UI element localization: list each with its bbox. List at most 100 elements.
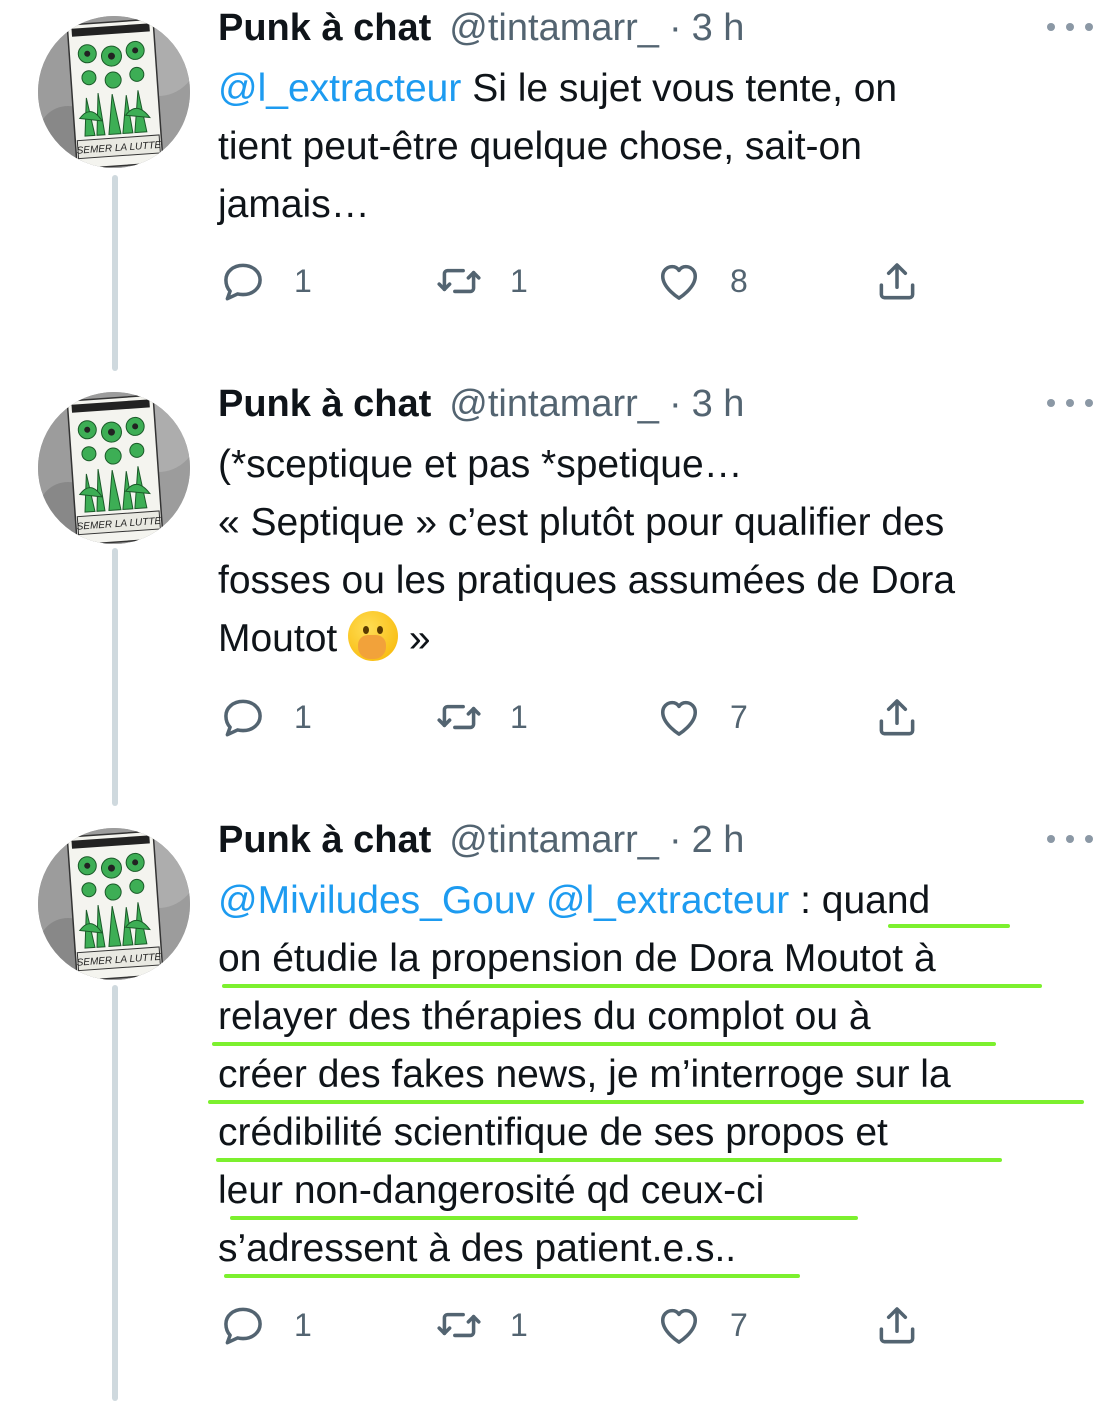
timestamp[interactable]: 2 h xyxy=(692,819,745,862)
text-segment: relayer des thérapies du complot ou à xyxy=(218,995,871,1038)
reply-icon xyxy=(218,256,268,306)
heart-icon xyxy=(654,1300,704,1350)
retweet-button[interactable]: 1 xyxy=(434,692,528,742)
more-icon[interactable] xyxy=(1047,388,1093,418)
tweet[interactable]: SEMER LA LUTTE Punk à chat @tintamarr_ ·… xyxy=(0,376,1115,756)
share-icon xyxy=(872,256,922,306)
reply-count: 1 xyxy=(294,698,312,735)
text-segment: » xyxy=(398,617,431,660)
text-segment: s’adressent à des patient.e.s.. xyxy=(218,1227,737,1270)
text-segment: créer des fakes news, je m’interroge sur… xyxy=(218,1053,951,1096)
action-bar: 1 1 7 xyxy=(218,1300,938,1350)
share-button[interactable] xyxy=(872,692,922,742)
like-button[interactable]: 7 xyxy=(654,1300,748,1350)
text-line: Moutot » xyxy=(218,610,1078,668)
text-line: (*sceptique et pas *spetique… xyxy=(218,436,1078,494)
timestamp[interactable]: 3 h xyxy=(692,383,745,426)
text-line: on étudie la propension de Dora Moutot à xyxy=(218,930,1078,988)
text-segment: fosses ou les pratiques assumées de Dora xyxy=(218,559,956,602)
tweet-text: @l_extracteur Si le sujet vous tente, on… xyxy=(218,60,1078,234)
mention-link[interactable]: @Miviludes_Gouv xyxy=(218,879,535,922)
text-segment: « Septique » c’est plutôt pour qualifier… xyxy=(218,501,945,544)
more-icon[interactable] xyxy=(1047,824,1093,854)
text-segment: Moutot xyxy=(218,617,349,660)
reply-icon xyxy=(218,1300,268,1350)
user-handle[interactable]: @tintamarr_ xyxy=(449,7,659,50)
share-button[interactable] xyxy=(872,1300,922,1350)
like-button[interactable]: 7 xyxy=(654,692,748,742)
share-button[interactable] xyxy=(872,256,922,306)
text-segment: leur non-dangerosité qd ceux-ci xyxy=(218,1169,765,1212)
heart-icon xyxy=(654,256,704,306)
reply-icon xyxy=(218,692,268,742)
text-segment xyxy=(535,879,546,922)
share-icon xyxy=(872,692,922,742)
highlight-underline xyxy=(208,1100,1084,1104)
text-line: fosses ou les pratiques assumées de Dora xyxy=(218,552,1078,610)
retweet-button[interactable]: 1 xyxy=(434,1300,528,1350)
text-segment: tient peut-être quelque chose, sait-on xyxy=(218,125,862,168)
text-segment: : quand xyxy=(789,879,931,922)
user-handle[interactable]: @tintamarr_ xyxy=(449,383,659,426)
separator: · xyxy=(668,818,682,861)
retweet-button[interactable]: 1 xyxy=(434,256,528,306)
tweet-header: Punk à chat @tintamarr_ · 3 h xyxy=(218,0,1078,56)
retweet-icon xyxy=(434,692,484,742)
display-name[interactable]: Punk à chat xyxy=(218,7,431,50)
avatar[interactable]: SEMER LA LUTTE xyxy=(38,392,190,544)
reply-button[interactable]: 1 xyxy=(218,1300,312,1350)
text-line: relayer des thérapies du complot ou à xyxy=(218,988,1078,1046)
avatar[interactable]: SEMER LA LUTTE xyxy=(38,828,190,980)
display-name[interactable]: Punk à chat xyxy=(218,383,431,426)
tweet-header: Punk à chat @tintamarr_ · 3 h xyxy=(218,376,1078,432)
avatar-artwork: SEMER LA LUTTE xyxy=(38,392,190,544)
text-segment: Si le sujet vous tente, on xyxy=(461,67,898,110)
text-segment: on étudie la propension de Dora Moutot à xyxy=(218,937,936,980)
text-line: « Septique » c’est plutôt pour qualifier… xyxy=(218,494,1078,552)
retweet-icon xyxy=(434,1300,484,1350)
reply-count: 1 xyxy=(294,262,312,299)
heart-icon xyxy=(654,692,704,742)
text-segment: jamais… xyxy=(218,183,370,226)
highlight-underline xyxy=(222,984,1042,988)
avatar[interactable]: SEMER LA LUTTE xyxy=(38,16,190,168)
retweet-icon xyxy=(434,256,484,306)
reply-button[interactable]: 1 xyxy=(218,256,312,306)
like-count: 7 xyxy=(730,698,748,735)
tweet[interactable]: SEMER LA LUTTE Punk à chat @tintamarr_ ·… xyxy=(0,812,1115,1372)
text-line: @Miviludes_Gouv @l_extracteur : quand xyxy=(218,872,1078,930)
mention-link[interactable]: @l_extracteur xyxy=(218,67,461,110)
timestamp[interactable]: 3 h xyxy=(692,7,745,50)
text-segment: (*sceptique et pas *spetique… xyxy=(218,443,743,486)
like-button[interactable]: 8 xyxy=(654,256,748,306)
highlight-underline xyxy=(216,1158,1002,1162)
retweet-count: 1 xyxy=(510,262,528,299)
text-segment: crédibilité scientifique de ses propos e… xyxy=(218,1111,888,1154)
highlight-underline xyxy=(224,1274,800,1278)
highlight-underline xyxy=(230,1216,858,1220)
tweet-header: Punk à chat @tintamarr_ · 2 h xyxy=(218,812,1078,868)
text-line: crédibilité scientifique de ses propos e… xyxy=(218,1104,1078,1162)
separator: · xyxy=(668,382,682,425)
avatar-artwork: SEMER LA LUTTE xyxy=(38,828,190,980)
tweet-text: (*sceptique et pas *spetique… « Septique … xyxy=(218,436,1078,668)
like-count: 7 xyxy=(730,1306,748,1343)
avatar-artwork: SEMER LA LUTTE xyxy=(38,16,190,168)
retweet-count: 1 xyxy=(510,698,528,735)
text-line: créer des fakes news, je m’interroge sur… xyxy=(218,1046,1078,1104)
more-icon[interactable] xyxy=(1047,12,1093,42)
share-icon xyxy=(872,1300,922,1350)
reply-count: 1 xyxy=(294,1306,312,1343)
user-handle[interactable]: @tintamarr_ xyxy=(449,819,659,862)
mention-link[interactable]: @l_extracteur xyxy=(546,879,789,922)
reply-button[interactable]: 1 xyxy=(218,692,312,742)
action-bar: 1 1 8 xyxy=(218,256,938,306)
face-with-hand-over-mouth-emoji xyxy=(348,611,399,661)
highlight-underline xyxy=(888,924,1010,928)
retweet-count: 1 xyxy=(510,1306,528,1343)
highlight-underline xyxy=(212,1042,996,1046)
text-line: s’adressent à des patient.e.s.. xyxy=(218,1220,1078,1278)
tweet[interactable]: SEMER LA LUTTE Punk à chat @tintamarr_ ·… xyxy=(0,0,1115,330)
like-count: 8 xyxy=(730,262,748,299)
display-name[interactable]: Punk à chat xyxy=(218,819,431,862)
